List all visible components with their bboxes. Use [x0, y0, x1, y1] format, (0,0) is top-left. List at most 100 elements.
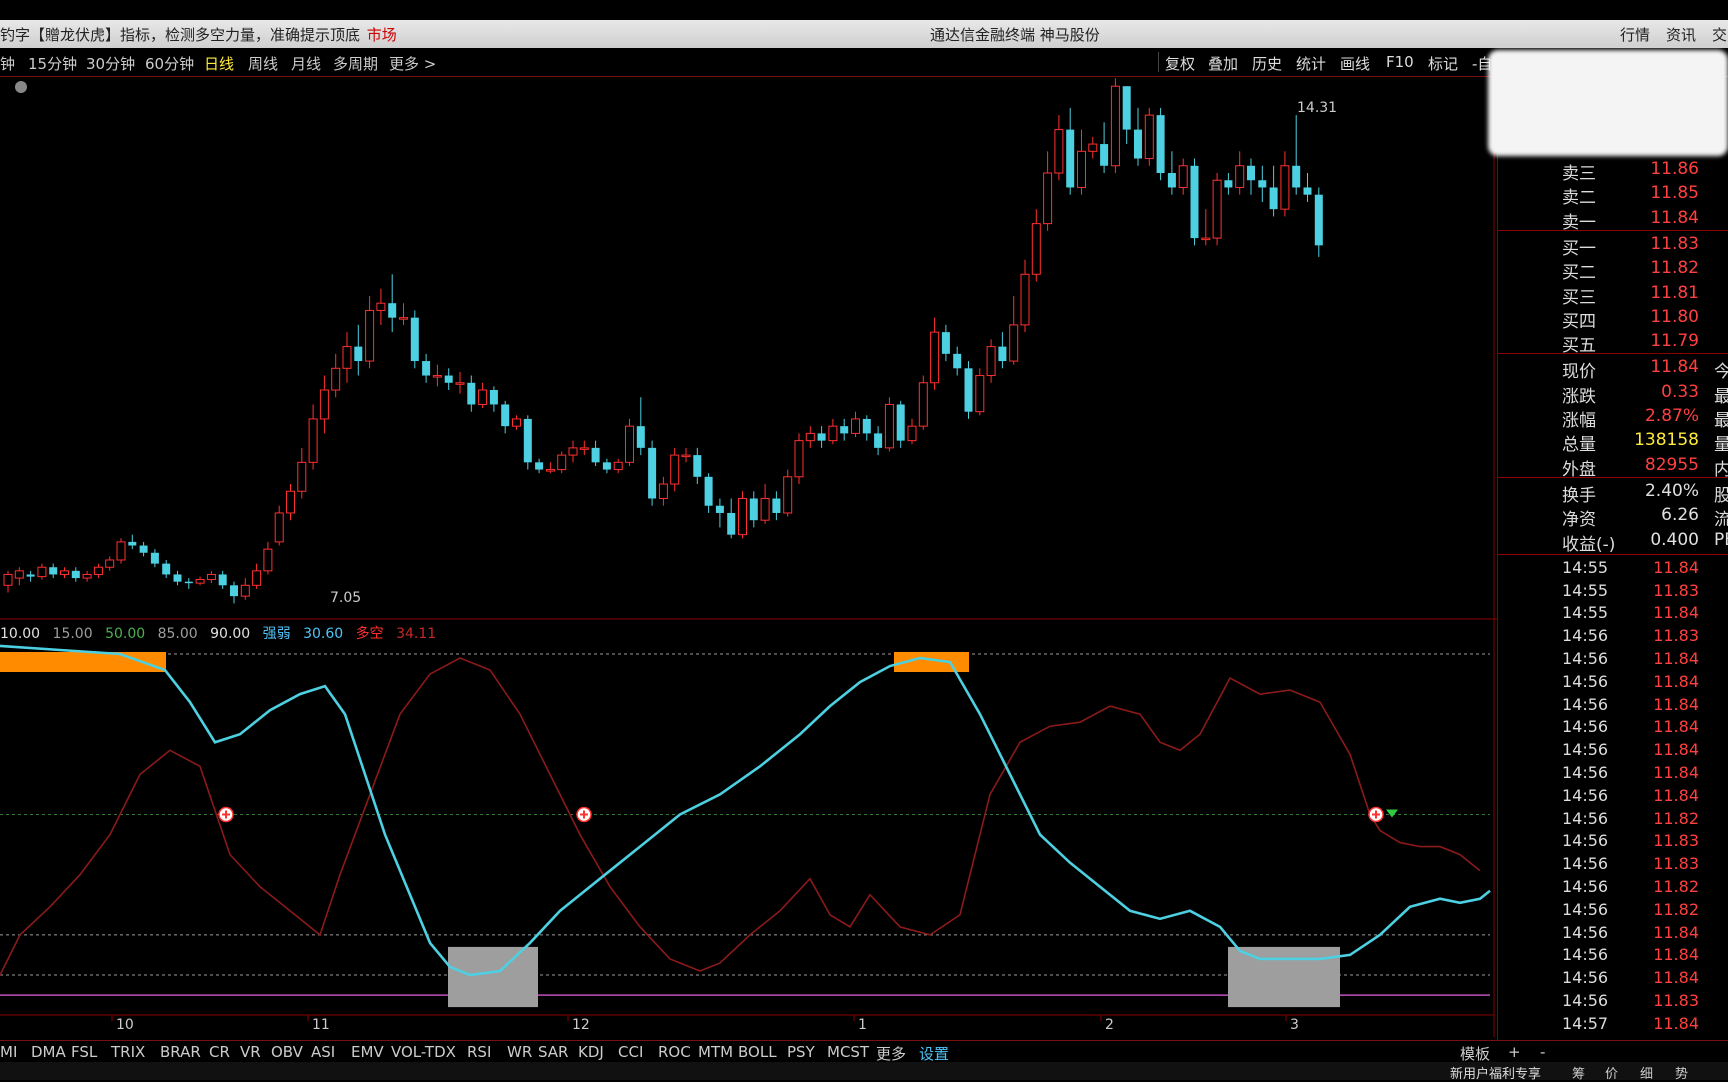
candle-body [218, 574, 227, 586]
footer-chips[interactable]: 筹 [1572, 1063, 1585, 1082]
footer-promo[interactable]: 新用户福利专享 [1450, 1063, 1541, 1082]
quote-value: 11.79 [1650, 331, 1699, 352]
quote-value: 2.87% [1644, 406, 1699, 426]
tick-row: 14:56 11.83 [1498, 626, 1728, 648]
tab-dma[interactable]: DMA [31, 1043, 66, 1061]
kline-chart[interactable] [0, 77, 1497, 1037]
quote-button[interactable]: 行情 [1620, 24, 1650, 45]
candle-body [930, 331, 940, 384]
tick-row: 14:56 11.83 [1498, 991, 1728, 1013]
tab-cr[interactable]: CR [209, 1043, 230, 1061]
candle-body [1043, 172, 1053, 225]
footer-price[interactable]: 价 [1605, 1063, 1618, 1082]
period-daily[interactable]: 日线 [204, 53, 234, 74]
tab-vol-tdx[interactable]: VOL-TDX [391, 1043, 456, 1061]
tick-price: 11.84 [1653, 968, 1699, 988]
tab-boll[interactable]: BOLL [738, 1043, 777, 1061]
tab-trix[interactable]: TRIX [111, 1043, 145, 1061]
candle-body [636, 426, 645, 448]
settings-icon[interactable] [15, 81, 27, 93]
candle-body [1077, 150, 1086, 188]
footer-trend[interactable]: 势 [1675, 1063, 1688, 1082]
candle-body [613, 461, 623, 471]
candle-body [953, 353, 962, 369]
tab-设置[interactable]: 设置 [919, 1043, 949, 1064]
candle-body [71, 570, 80, 579]
zoom-out-button[interactable]: - [1540, 1043, 1545, 1061]
candle-body [1031, 223, 1041, 275]
tab-obv[interactable]: OBV [271, 1043, 303, 1061]
period-5min[interactable]: 钟 [0, 53, 15, 74]
quote-label: 买一 [1562, 238, 1596, 259]
period-multi[interactable]: 多周期 [333, 53, 378, 74]
tick-time: 14:56 [1562, 626, 1609, 646]
tool-f10[interactable]: F10 [1386, 53, 1414, 71]
period-weekly[interactable]: 周线 [248, 53, 278, 74]
candle-body [602, 462, 611, 470]
tab-mcst[interactable]: MCST [827, 1043, 869, 1061]
quote-value: 0.33 [1661, 381, 1699, 402]
tab-mi[interactable]: MI [0, 1043, 17, 1061]
candle-body [681, 454, 691, 458]
candle-body [512, 418, 521, 427]
tab-sar[interactable]: SAR [538, 1043, 568, 1061]
tab-roc[interactable]: ROC [658, 1043, 691, 1061]
tab-kdj[interactable]: KDJ [578, 1043, 604, 1061]
quote-tail: 量 [1714, 435, 1728, 456]
news-button[interactable]: 资讯 [1666, 24, 1696, 45]
indicator-param: 10.00 [0, 626, 45, 642]
tool-overlay[interactable]: 叠加 [1208, 53, 1238, 74]
candle-body [648, 447, 657, 499]
tick-price: 11.83 [1653, 991, 1699, 1010]
tick-row: 14:56 11.83 [1498, 854, 1728, 876]
market-tag[interactable]: 市场 [367, 26, 397, 44]
candle-body [568, 447, 578, 456]
tab-brar[interactable]: BRAR [160, 1043, 201, 1061]
indicator-title: 钓字【贈龙伏虎】指标，检测多空力量，准确提示顶底 市场 [0, 24, 397, 45]
candle-body [1167, 173, 1176, 188]
period-15min[interactable]: 15分钟 [28, 53, 77, 74]
quote-value: 2.40% [1644, 480, 1699, 501]
candle-body [354, 346, 363, 362]
quote-label: 现价 [1562, 362, 1596, 383]
period-60min[interactable]: 60分钟 [145, 53, 194, 74]
tick-time: 14:56 [1562, 649, 1609, 668]
quote-label: 卖二 [1562, 188, 1596, 209]
candle-body [388, 303, 397, 318]
tab-asi[interactable]: ASI [311, 1043, 335, 1061]
tab-vr[interactable]: VR [240, 1043, 261, 1061]
tab-psy[interactable]: PSY [787, 1043, 815, 1061]
template-button[interactable]: 模板 [1460, 1043, 1490, 1064]
candle-body [240, 584, 250, 597]
footer-detail[interactable]: 细 [1640, 1063, 1653, 1082]
tab-wr[interactable]: WR [507, 1043, 532, 1061]
tab-emv[interactable]: EMV [351, 1043, 384, 1061]
tab-rsi[interactable]: RSI [467, 1043, 491, 1061]
candle-body [783, 476, 793, 514]
quote-value: 11.82 [1650, 258, 1699, 279]
date-tick-label: 3 [1290, 1017, 1299, 1033]
trade-button[interactable]: 交 [1712, 24, 1727, 45]
quote-label: 卖一 [1562, 212, 1596, 233]
candle-body [1134, 129, 1142, 159]
period-30min[interactable]: 30分钟 [86, 53, 135, 74]
tool-adjust[interactable]: 复权 [1165, 53, 1195, 74]
candle-body [715, 505, 724, 513]
candle-body [173, 574, 182, 582]
period-more[interactable]: 更多 > [389, 53, 436, 74]
tab-更多[interactable]: 更多 [876, 1043, 906, 1064]
tool-draw[interactable]: 画线 [1340, 53, 1370, 74]
tool-mark[interactable]: 标记 [1428, 53, 1458, 74]
candle-body [805, 432, 815, 442]
period-monthly[interactable]: 月线 [291, 53, 321, 74]
zoom-in-button[interactable]: + [1508, 1043, 1521, 1061]
tick-price: 11.83 [1653, 626, 1699, 646]
tab-mtm[interactable]: MTM [698, 1043, 733, 1061]
candle-body [704, 476, 713, 506]
tool-stats[interactable]: 统计 [1296, 53, 1326, 74]
tick-row: 14:56 11.82 [1498, 900, 1728, 922]
quote-row: 买四 11.80 [1498, 307, 1728, 332]
tab-fsl[interactable]: FSL [71, 1043, 97, 1061]
tool-history[interactable]: 历史 [1252, 53, 1282, 74]
tab-cci[interactable]: CCI [618, 1043, 643, 1061]
